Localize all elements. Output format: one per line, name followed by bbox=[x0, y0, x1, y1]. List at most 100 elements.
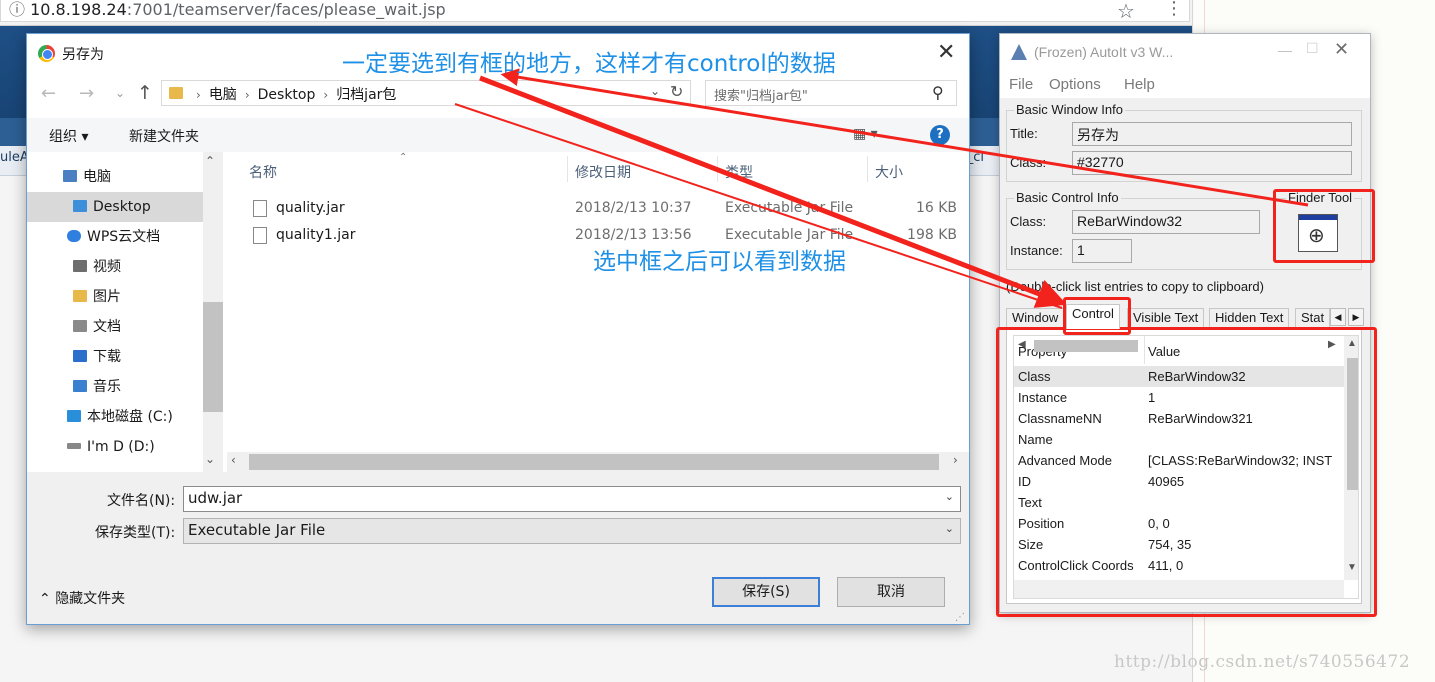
view-options-icon[interactable]: ▦ ▾ bbox=[853, 126, 878, 142]
column-header-name[interactable]: 名称 bbox=[249, 162, 277, 182]
navigation-pane: 电脑 Desktop WPS云文档 视频 图片 文档 下载 音乐 本地磁盘 (C… bbox=[27, 152, 223, 472]
file-row[interactable]: quality.jar 2018/2/13 10:37 Executable J… bbox=[227, 196, 969, 222]
basic-window-info-heading: Basic Window Info bbox=[1014, 102, 1125, 117]
class-field[interactable]: #32770 bbox=[1072, 151, 1352, 175]
maximize-icon[interactable]: ☐ bbox=[1306, 40, 1319, 57]
forward-arrow-icon[interactable]: → bbox=[79, 83, 94, 104]
tab-window[interactable]: Window bbox=[1006, 308, 1065, 328]
cancel-button[interactable]: 取消 bbox=[837, 577, 945, 607]
page-tab-left[interactable]: uleA bbox=[0, 150, 29, 165]
file-list: ⌃ 名称 修改日期 类型 大小 quality.jar 2018/2/13 10… bbox=[227, 152, 969, 452]
bookmark-star-icon[interactable]: ☆ bbox=[1117, 0, 1135, 23]
search-input[interactable]: 搜索"归档jar包" ⚲ bbox=[705, 80, 957, 106]
address-dropdown-icon[interactable]: ⌄ bbox=[650, 84, 660, 98]
tab-visible-text[interactable]: Visible Text bbox=[1127, 308, 1205, 328]
nav-scroll-thumb[interactable] bbox=[203, 302, 223, 412]
chevron-down-icon[interactable]: ⌄ bbox=[945, 490, 954, 503]
new-folder-button[interactable]: 新建文件夹 bbox=[129, 126, 199, 146]
tab-hidden-text[interactable]: Hidden Text bbox=[1209, 308, 1290, 328]
file-icon bbox=[253, 227, 267, 244]
column-header-type[interactable]: 类型 bbox=[725, 162, 753, 182]
help-icon[interactable]: ? bbox=[930, 125, 950, 145]
scroll-up-icon[interactable]: ⌃ bbox=[205, 154, 215, 168]
tab-scroll-left-icon[interactable]: ◀ bbox=[1330, 308, 1346, 326]
breadcrumb-item[interactable]: 电脑 bbox=[209, 87, 237, 103]
control-class-field[interactable]: ReBarWindow32 bbox=[1072, 210, 1260, 234]
column-header-modified[interactable]: 修改日期 bbox=[575, 162, 631, 182]
breadcrumb-item[interactable]: 归档jar包 bbox=[336, 87, 396, 103]
instance-field[interactable]: 1 bbox=[1072, 239, 1132, 263]
back-arrow-icon[interactable]: ← bbox=[41, 83, 56, 104]
chevron-up-icon: ⌃ bbox=[39, 591, 51, 607]
address-bar[interactable]: › 电脑 › Desktop › 归档jar包 ⌄ ↻ bbox=[161, 80, 691, 106]
nav-item-wps-cloud[interactable]: WPS云文档 bbox=[27, 222, 203, 252]
music-folder-icon bbox=[73, 380, 87, 392]
nav-item-drive-c[interactable]: 本地磁盘 (C:) bbox=[27, 402, 203, 432]
command-bar: 组织 ▾ 新建文件夹 ▦ ▾ ? bbox=[27, 118, 969, 152]
minimize-icon[interactable]: — bbox=[1278, 42, 1292, 58]
nav-item-label: I'm D (D:) bbox=[87, 439, 155, 455]
close-icon[interactable]: ✕ bbox=[1334, 39, 1349, 60]
up-arrow-icon[interactable]: ↑ bbox=[137, 82, 153, 104]
menu-file[interactable]: File bbox=[1009, 76, 1033, 93]
organize-button[interactable]: 组织 ▾ bbox=[49, 126, 88, 146]
filename-value: udw.jar bbox=[188, 489, 243, 507]
autoit-icon bbox=[1011, 44, 1027, 60]
column-separator[interactable] bbox=[567, 156, 568, 182]
chevron-down-icon[interactable]: ⌄ bbox=[945, 522, 954, 535]
scroll-down-icon[interactable]: ⌄ bbox=[205, 452, 215, 466]
title-field[interactable]: 另存为 bbox=[1072, 122, 1352, 146]
search-icon[interactable]: ⚲ bbox=[932, 83, 944, 102]
nav-item-drive-d[interactable]: I'm D (D:) bbox=[27, 432, 203, 462]
nav-item-label: Desktop bbox=[93, 199, 151, 215]
tab-stat[interactable]: Stat bbox=[1295, 308, 1331, 328]
scroll-right-icon[interactable]: › bbox=[953, 453, 958, 467]
breadcrumb-item[interactable]: Desktop bbox=[258, 87, 316, 103]
file-type: Executable Jar File bbox=[725, 227, 854, 243]
breadcrumb: › 电脑 › Desktop › 归档jar包 bbox=[188, 84, 396, 104]
filetype-label: 保存类型(T): bbox=[95, 525, 176, 541]
recent-locations-chevron-icon[interactable]: ⌄ bbox=[115, 86, 125, 100]
nav-item-desktop[interactable]: Desktop bbox=[27, 192, 203, 222]
nav-item-music[interactable]: 音乐 bbox=[27, 372, 203, 402]
file-icon bbox=[253, 200, 267, 217]
file-size: 198 KB bbox=[907, 227, 957, 243]
refresh-icon[interactable]: ↻ bbox=[670, 82, 683, 101]
nav-item-downloads[interactable]: 下载 bbox=[27, 342, 203, 372]
filename-label: 文件名(N): bbox=[107, 493, 176, 509]
resize-grip-icon[interactable]: ⋰ bbox=[955, 612, 965, 623]
menu-options[interactable]: Options bbox=[1049, 76, 1101, 93]
column-header-size[interactable]: 大小 bbox=[875, 162, 903, 182]
nav-item-documents[interactable]: 文档 bbox=[27, 312, 203, 342]
hide-folders-toggle[interactable]: ⌃ 隐藏文件夹 bbox=[39, 588, 125, 608]
browser-menu-icon[interactable]: ⋮ bbox=[1165, 0, 1183, 19]
hscroll-thumb[interactable] bbox=[249, 454, 939, 470]
nav-item-pc[interactable]: 电脑 bbox=[27, 162, 203, 192]
documents-folder-icon bbox=[73, 320, 87, 332]
tab-scroll-right-icon[interactable]: ▶ bbox=[1348, 308, 1364, 326]
nav-item-label: 音乐 bbox=[93, 379, 121, 395]
file-modified: 2018/2/13 13:56 bbox=[575, 227, 692, 243]
breadcrumb-chevron-icon: › bbox=[244, 88, 250, 102]
pictures-folder-icon bbox=[73, 290, 87, 302]
file-name: quality.jar bbox=[276, 200, 345, 216]
close-icon[interactable]: ✕ bbox=[937, 40, 955, 65]
nav-item-videos[interactable]: 视频 bbox=[27, 252, 203, 282]
save-button[interactable]: 保存(S) bbox=[712, 577, 820, 607]
search-placeholder: 搜索"归档jar包" bbox=[714, 89, 808, 104]
nav-item-label: 电脑 bbox=[83, 169, 111, 185]
column-separator[interactable] bbox=[717, 156, 718, 182]
nav-item-pictures[interactable]: 图片 bbox=[27, 282, 203, 312]
downloads-folder-icon bbox=[73, 350, 87, 362]
filetype-select[interactable]: Executable Jar File ⌄ bbox=[183, 518, 961, 544]
browser-address-bar[interactable]: ⓘ 10.8.198.24:7001/teamserver/faces/plea… bbox=[0, 0, 1190, 22]
column-separator[interactable] bbox=[867, 156, 868, 182]
nav-item-label: 本地磁盘 (C:) bbox=[87, 409, 173, 425]
file-modified: 2018/2/13 10:37 bbox=[575, 200, 692, 216]
menu-help[interactable]: Help bbox=[1124, 76, 1155, 93]
scroll-left-icon[interactable]: ‹ bbox=[231, 453, 236, 467]
filename-input[interactable]: udw.jar ⌄ bbox=[183, 486, 961, 512]
annotation-note-top: 一定要选到有框的地方，这样才有control的数据 bbox=[342, 51, 836, 77]
file-list-hscrollbar[interactable]: ‹ › bbox=[227, 452, 969, 472]
tab-control[interactable]: Control bbox=[1066, 304, 1120, 329]
